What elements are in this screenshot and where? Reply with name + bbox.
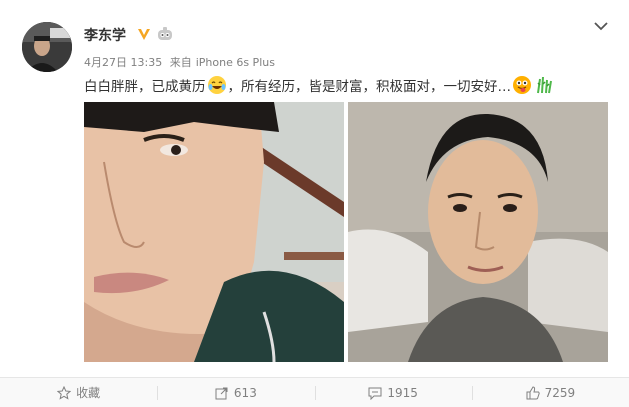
repost-count: 613 [233, 385, 257, 400]
post-photo-left[interactable] [84, 102, 344, 362]
post-photo-right[interactable] [348, 102, 608, 362]
action-bar: 收藏 613 1915 7259 [0, 377, 629, 407]
avatar[interactable] [22, 22, 72, 72]
member-icon[interactable] [157, 27, 173, 41]
post-text-part1: 白白胖胖，已成黄历 [84, 79, 206, 95]
like-button[interactable]: 7259 [471, 378, 629, 407]
post-date[interactable]: 4月27日 13:35 [84, 56, 162, 69]
thumbs-up-icon [526, 385, 540, 399]
post-text: 白白胖胖，已成黄历 ，所有经历，皆是财富，积极面对，一切安好… [84, 75, 555, 95]
favorite-button[interactable]: 收藏 [0, 378, 157, 407]
comment-button[interactable]: 1915 [314, 378, 472, 407]
like-count: 7259 [544, 385, 576, 400]
grass-mud-horse-emoji-icon [537, 76, 552, 94]
comment-count: 1915 [387, 385, 418, 400]
repost-button[interactable]: 613 [157, 378, 314, 407]
post-meta: 4月27日 13:35 来自 iPhone 6s Plus [84, 54, 279, 70]
favorite-label: 收藏 [76, 386, 101, 400]
verified-badge-icon[interactable] [136, 26, 152, 42]
post-text-part2: ，所有经历，皆是财富，积极面对，一切安好… [227, 79, 512, 95]
star-icon [57, 385, 72, 400]
source-prefix: 来自 [169, 56, 192, 69]
post-source[interactable]: iPhone 6s Plus [196, 56, 275, 69]
comment-icon [368, 387, 382, 400]
user-name[interactable]: 李东学 [84, 25, 126, 45]
repost-icon [215, 387, 228, 399]
tongue-out-emoji-icon [513, 76, 531, 94]
chevron-down-icon[interactable] [593, 20, 609, 32]
laughing-crying-emoji-icon [207, 76, 226, 94]
weibo-post-card: 李东学 4月27日 13:35 来自 iPhone 6s Plus 白白胖胖，已成… [0, 0, 629, 407]
